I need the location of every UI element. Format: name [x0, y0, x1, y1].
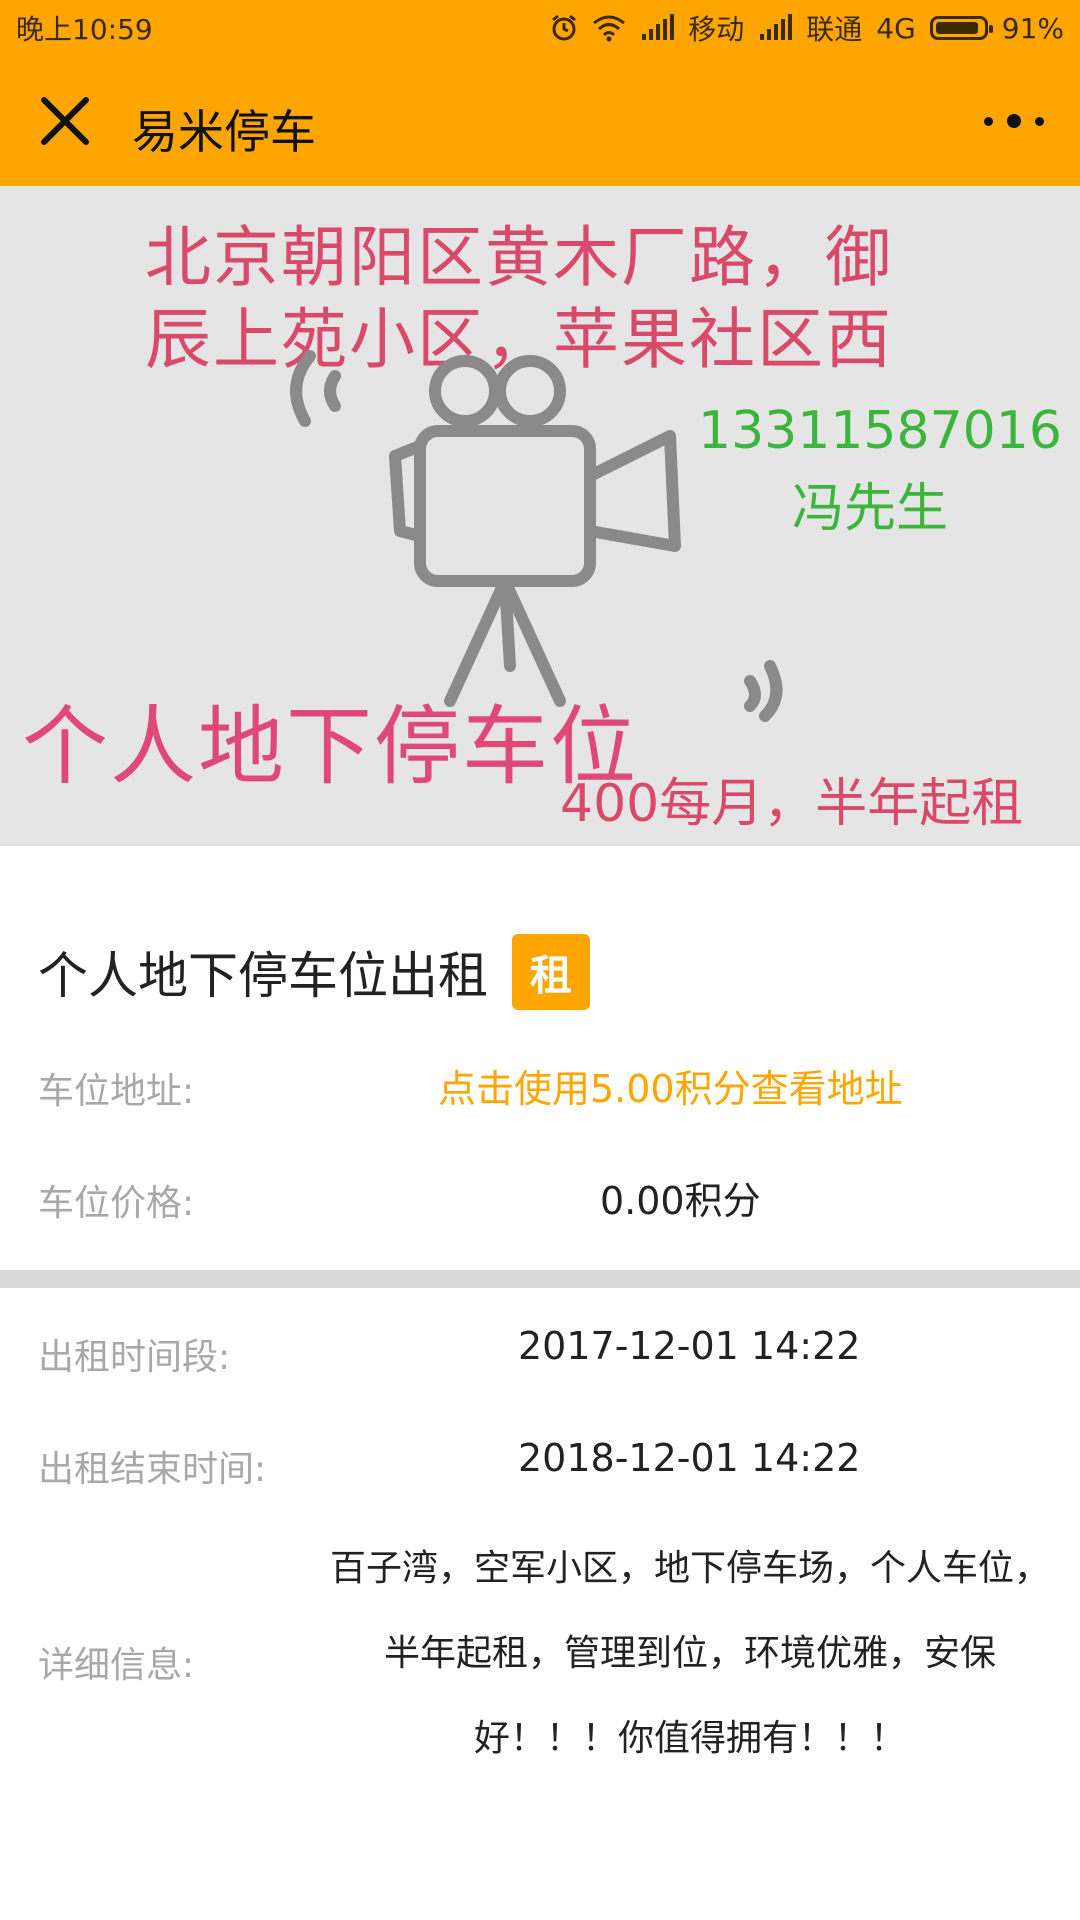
period-label: 出租时间段: — [38, 1337, 231, 1378]
banner-headline: 个人地下停车位 — [22, 697, 638, 797]
section-divider — [0, 1270, 1080, 1288]
banner-phone: 13311587016 — [698, 401, 1062, 461]
signal-icon — [760, 14, 793, 40]
price-value: 0.00积分 — [600, 1179, 761, 1223]
battery-percent: 91% — [1001, 11, 1064, 45]
more-dot — [1035, 116, 1044, 126]
close-icon[interactable] — [38, 94, 92, 148]
detail-value: 百子湾，空军小区，地下停车场，个人车位，半年起租，管理到位，环境优雅，安保好！！… — [330, 1548, 1051, 1759]
banner-contact: 冯先生 — [792, 479, 949, 539]
carrier-1: 移动 — [688, 13, 745, 46]
view-address-link[interactable]: 点击使用5.00积分查看地址 — [438, 1058, 903, 1113]
network-type: 4G — [876, 11, 916, 45]
title-bar: 易米停车 — [0, 56, 1080, 186]
detail-label: 详细信息: — [38, 1645, 195, 1686]
listing-title: 个人地下停车位出租 — [38, 947, 488, 1005]
address-label: 车位地址: — [38, 1071, 195, 1112]
banner-price: 400每月，半年起租 — [560, 774, 1024, 834]
period-value: 2017-12-01 14:22 — [518, 1324, 861, 1368]
price-label: 车位价格: — [38, 1183, 195, 1224]
status-icons: 移动 联通 4G 91% — [550, 8, 1064, 48]
signal-icon — [642, 14, 675, 40]
wifi-icon — [593, 15, 626, 42]
carrier-2: 联通 — [806, 13, 863, 46]
end-time-value: 2018-12-01 14:22 — [518, 1436, 861, 1480]
more-dot — [1007, 114, 1021, 128]
battery-icon — [929, 16, 993, 40]
end-time-label: 出租结束时间: — [38, 1449, 267, 1490]
status-bar: 晚上10:59 移动 联通 4G 91% — [0, 0, 1080, 56]
listing-heading: 个人地下停车位出租 租 — [38, 934, 590, 1010]
status-time: 晚上10:59 — [16, 13, 153, 46]
listing-banner-image: 北京朝阳区黄木厂路，御 辰上苑小区，苹果社区西 13311587016 冯先生 … — [0, 186, 1080, 846]
page-title: 易米停车 — [132, 105, 316, 159]
battery-level — [935, 22, 978, 34]
rent-badge: 租 — [512, 934, 590, 1010]
more-dot — [984, 116, 993, 126]
more-icon[interactable] — [984, 100, 1044, 142]
alarm-icon — [552, 14, 577, 41]
